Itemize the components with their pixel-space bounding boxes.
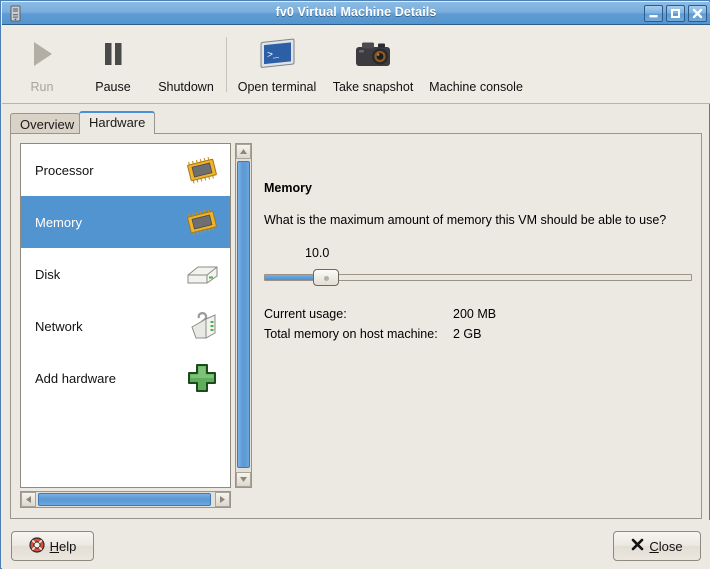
vertical-scroll-thumb[interactable] bbox=[237, 161, 250, 468]
hardware-list-vertical-scrollbar[interactable] bbox=[235, 143, 252, 488]
close-button[interactable]: Close bbox=[613, 531, 701, 561]
play-icon bbox=[10, 29, 74, 79]
scroll-down-icon[interactable] bbox=[236, 472, 251, 487]
toolbar-open-terminal-button[interactable]: >_ Open terminal bbox=[230, 29, 324, 101]
hardware-list-horizontal-scrollbar[interactable] bbox=[20, 491, 231, 508]
toolbar-pause-label: Pause bbox=[95, 80, 131, 94]
maximize-icon[interactable] bbox=[666, 5, 685, 22]
tab-hardware-label: Hardware bbox=[89, 115, 146, 130]
toolbar-run-button[interactable]: Run bbox=[10, 29, 74, 101]
toolbar-take-snapshot-label: Take snapshot bbox=[332, 80, 414, 94]
hardware-list-item-label: Processor bbox=[35, 162, 94, 178]
detail-title: Memory bbox=[264, 181, 312, 195]
toolbar-take-snapshot-button[interactable]: Take snapshot bbox=[326, 29, 420, 101]
svg-text:>_: >_ bbox=[267, 49, 280, 61]
scroll-right-icon[interactable] bbox=[215, 492, 230, 507]
toolbar-pause-button[interactable]: Pause bbox=[78, 29, 148, 101]
lifebuoy-help-icon bbox=[29, 536, 45, 556]
close-accel-key: C bbox=[649, 538, 659, 554]
hardware-list-item-processor[interactable]: Processor bbox=[21, 144, 230, 196]
current-usage-value: 200 MB bbox=[453, 307, 497, 321]
network-plug-icon bbox=[182, 306, 222, 346]
hardware-list-item-network[interactable]: Network bbox=[21, 300, 230, 352]
toolbar-machine-console-label: Machine console bbox=[429, 80, 523, 94]
scroll-left-icon[interactable] bbox=[21, 492, 36, 507]
toolbar-run-label: Run bbox=[30, 80, 54, 94]
close-label-rest: lose bbox=[658, 538, 683, 554]
total-memory-label: Total memory on host machine: bbox=[264, 327, 438, 341]
console-icon bbox=[422, 29, 530, 79]
hardware-list-item-label: Disk bbox=[35, 266, 61, 282]
help-button[interactable]: Help bbox=[11, 531, 94, 561]
hard-disk-icon bbox=[182, 254, 222, 294]
close-button-label: Close bbox=[649, 539, 682, 554]
toolbar-machine-console-button[interactable]: Machine console bbox=[422, 29, 530, 101]
pause-icon bbox=[78, 29, 148, 79]
x-mark-icon bbox=[631, 538, 644, 554]
action-bar: Help Close bbox=[2, 520, 710, 569]
tab-hardware[interactable]: Hardware bbox=[79, 111, 155, 134]
toolbar-open-terminal-label: Open terminal bbox=[237, 80, 317, 94]
toolbar-shutdown-button[interactable]: Shutdown bbox=[148, 29, 224, 101]
terminal-icon: >_ bbox=[230, 29, 324, 79]
hardware-list-item-label: Memory bbox=[35, 214, 82, 230]
close-icon[interactable] bbox=[688, 5, 707, 22]
tab-overview[interactable]: Overview bbox=[10, 113, 80, 134]
minimize-icon[interactable] bbox=[644, 5, 663, 22]
toolbar-separator bbox=[226, 37, 227, 92]
memory-slider-value: 10.0 bbox=[305, 246, 330, 260]
toolbar-shutdown-label: Shutdown bbox=[158, 80, 214, 94]
hardware-tab-page: Processor Memory Disk Network Add hardwa… bbox=[10, 133, 702, 519]
camera-icon bbox=[326, 29, 420, 79]
detail-question: What is the maximum amount of memory thi… bbox=[264, 213, 667, 227]
help-accel-key: H bbox=[49, 538, 60, 554]
help-button-label: Help bbox=[50, 539, 77, 554]
memory-chip-icon bbox=[182, 202, 222, 242]
total-memory-value: 2 GB bbox=[453, 327, 482, 341]
memory-slider-handle[interactable] bbox=[313, 269, 339, 286]
memory-slider-fill bbox=[265, 275, 319, 280]
notebook: Overview Hardware Processor Memory Disk … bbox=[10, 109, 702, 519]
tab-strip: Overview Hardware bbox=[10, 109, 702, 134]
toolbar: Run Pause Shutdown >_ Open terminal Take… bbox=[2, 25, 710, 104]
shutdown-icon bbox=[148, 29, 224, 79]
hardware-list[interactable]: Processor Memory Disk Network Add hardwa… bbox=[20, 143, 231, 488]
hardware-list-item-label: Network bbox=[35, 318, 83, 334]
scroll-up-icon[interactable] bbox=[236, 144, 251, 159]
help-label-rest: elp bbox=[59, 538, 77, 554]
current-usage-label: Current usage: bbox=[264, 307, 347, 321]
virtual-machine-details-window: fv0 Virtual Machine Details Run Pause Sh… bbox=[0, 0, 710, 569]
hardware-list-item-label: Add hardware bbox=[35, 370, 116, 386]
hardware-list-item-disk[interactable]: Disk bbox=[21, 248, 230, 300]
title-bar: fv0 Virtual Machine Details bbox=[2, 2, 710, 25]
window-title: fv0 Virtual Machine Details bbox=[275, 5, 437, 19]
memory-slider[interactable] bbox=[264, 269, 692, 286]
hardware-list-item-add-hardware[interactable]: Add hardware bbox=[21, 352, 230, 404]
green-plus-icon bbox=[182, 358, 222, 398]
cpu-chip-icon bbox=[182, 150, 222, 190]
memory-detail-panel: Memory What is the maximum amount of mem… bbox=[261, 143, 693, 508]
horizontal-scroll-thumb[interactable] bbox=[38, 493, 211, 506]
tab-overview-label: Overview bbox=[20, 117, 75, 132]
hardware-list-item-memory[interactable]: Memory bbox=[21, 196, 230, 248]
